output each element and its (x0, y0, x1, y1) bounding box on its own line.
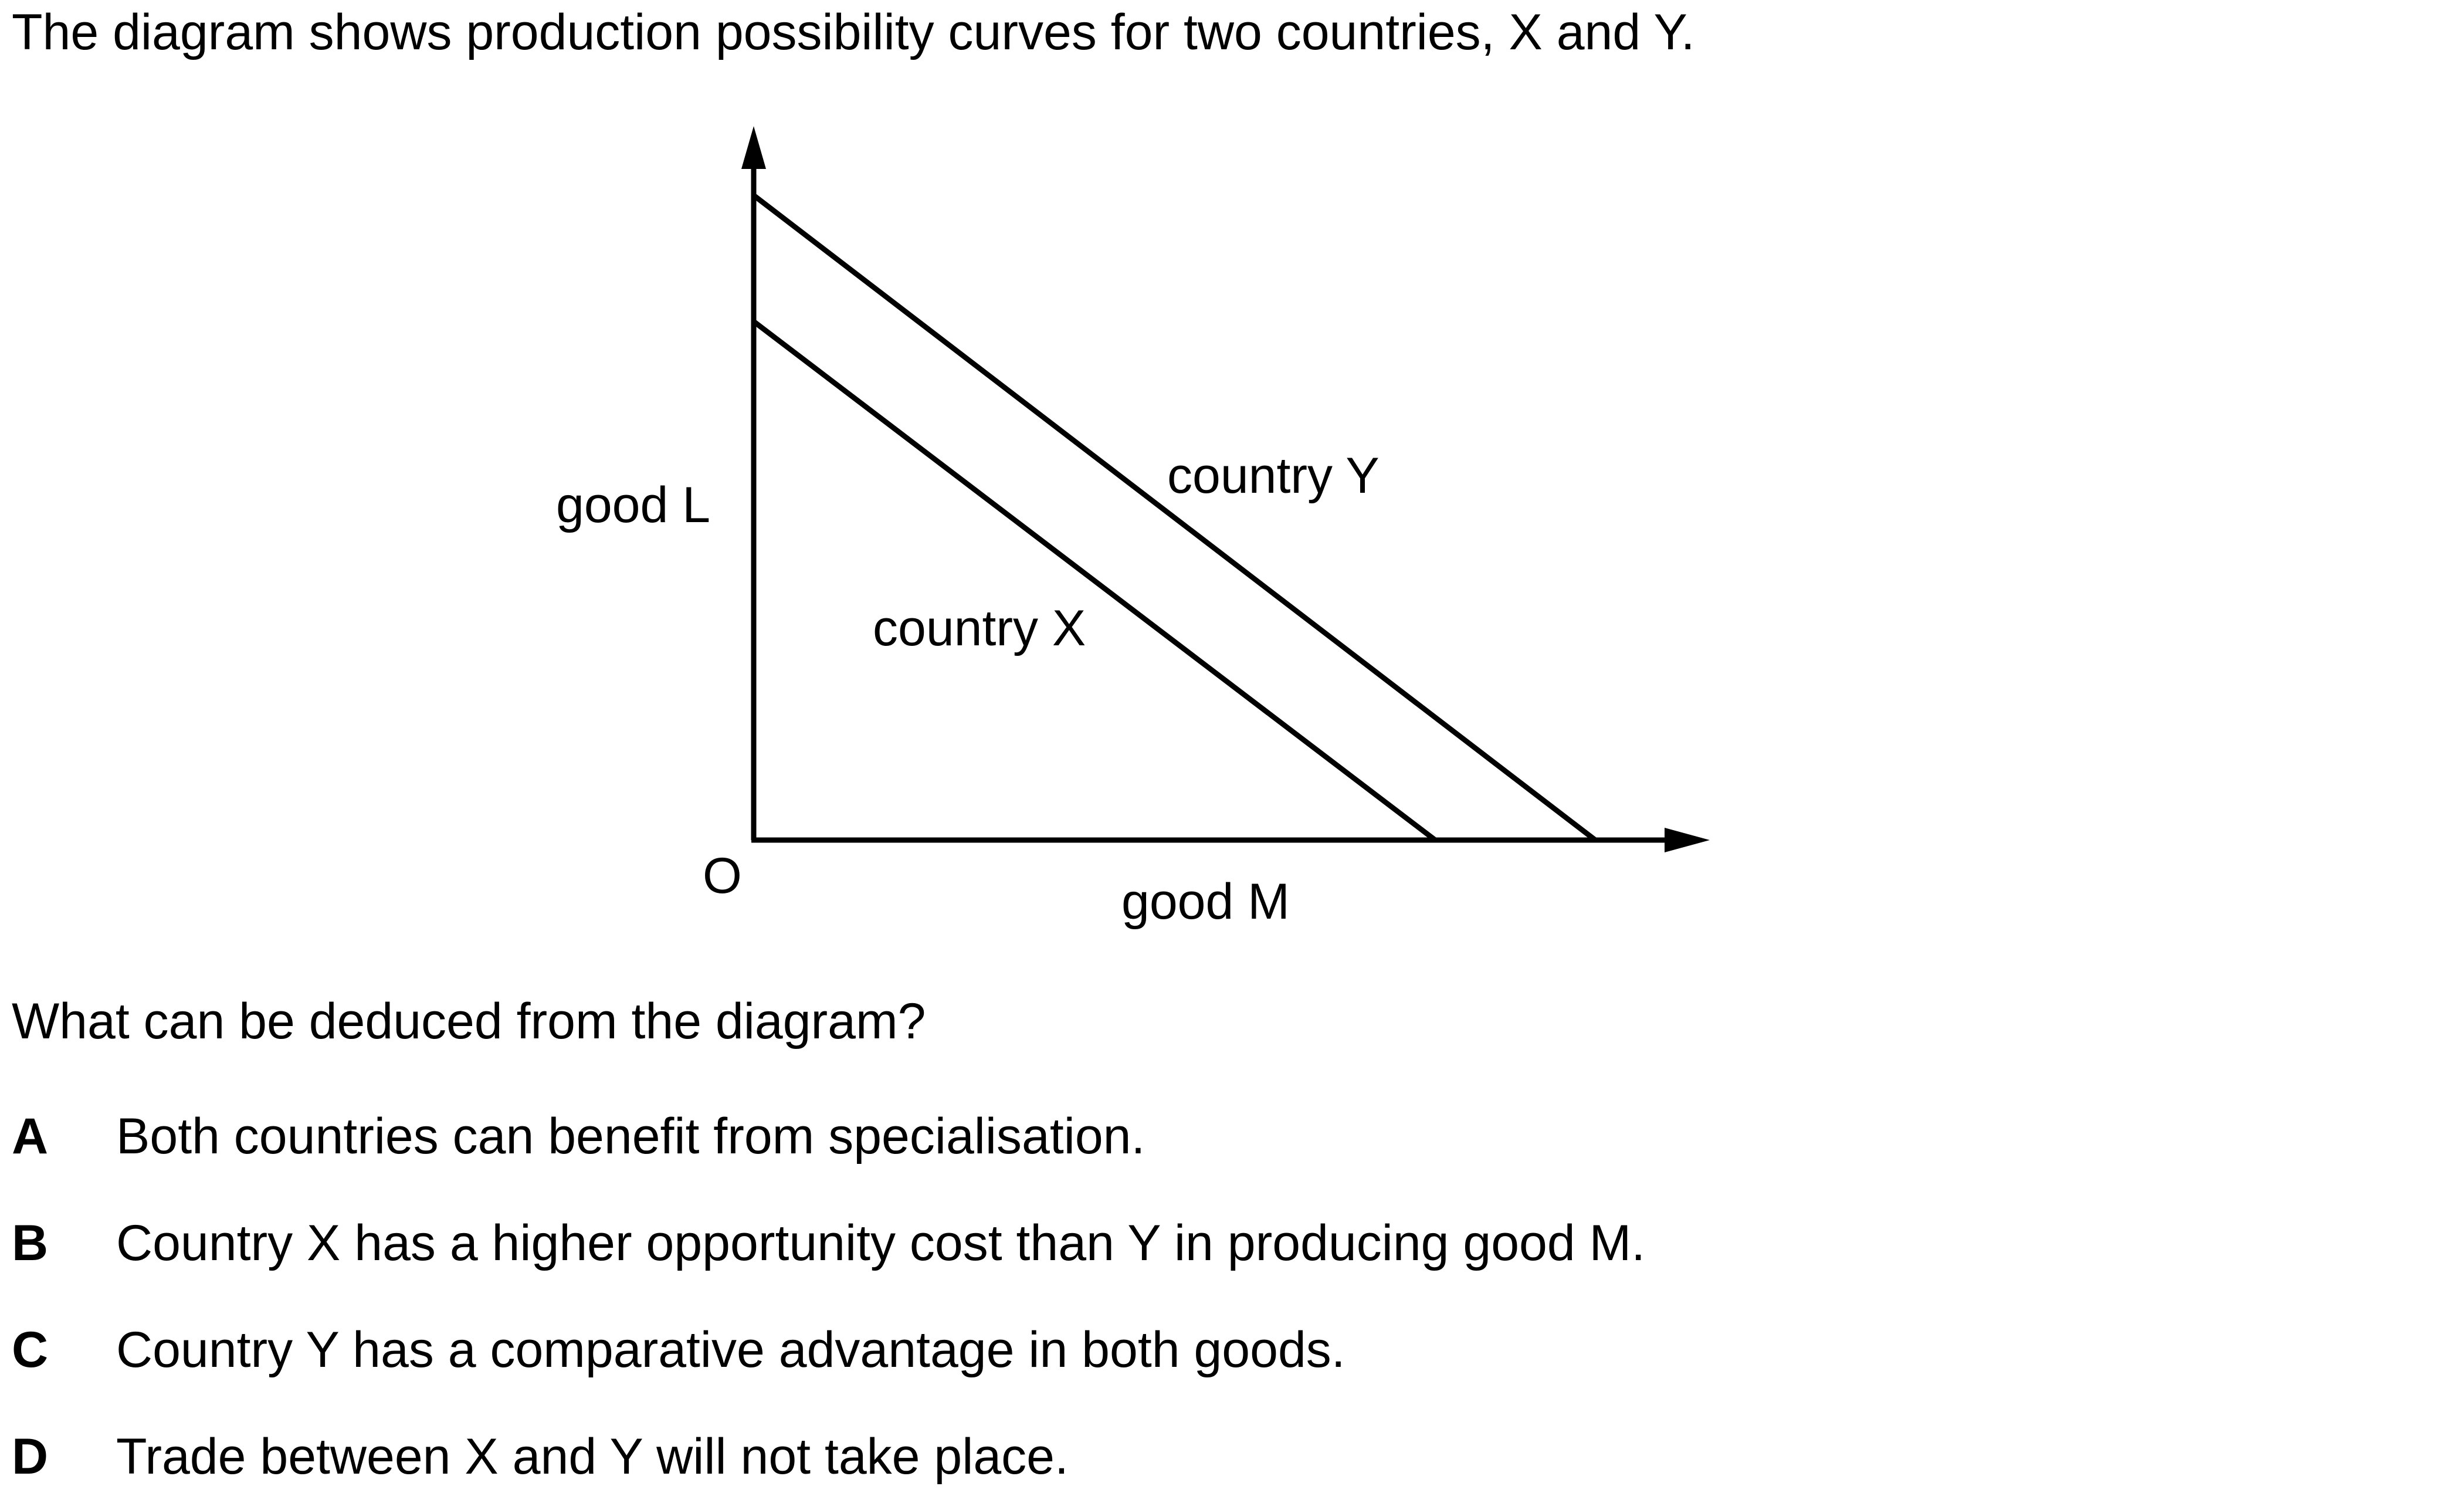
y-axis-label: good L (556, 477, 710, 533)
option-text: Country X has a higher opportunity cost … (116, 1215, 1646, 1271)
option-text: Both countries can benefit from speciali… (116, 1108, 1145, 1164)
option-letter: D (12, 1428, 49, 1485)
question-text: What can be deduced from the diagram? (12, 993, 926, 1049)
curve-country-y (752, 193, 1597, 842)
option-text: Trade between X and Y will not take plac… (116, 1428, 1069, 1485)
production-possibility-diagram: good L good M O country Y country X (556, 126, 1710, 930)
x-axis-arrowhead (1665, 828, 1710, 852)
option-letter: C (12, 1322, 49, 1378)
curve-country-x (752, 319, 1437, 842)
option-text: Country Y has a comparative advantage in… (116, 1322, 1345, 1378)
y-axis-arrowhead (741, 126, 766, 169)
option-letter: A (12, 1108, 49, 1164)
origin-label: O (703, 848, 742, 904)
curve-x-label: country X (873, 600, 1086, 656)
curve-y-label: country Y (1167, 448, 1380, 504)
x-axis-label: good M (1121, 874, 1290, 930)
option-letter: B (12, 1215, 49, 1271)
